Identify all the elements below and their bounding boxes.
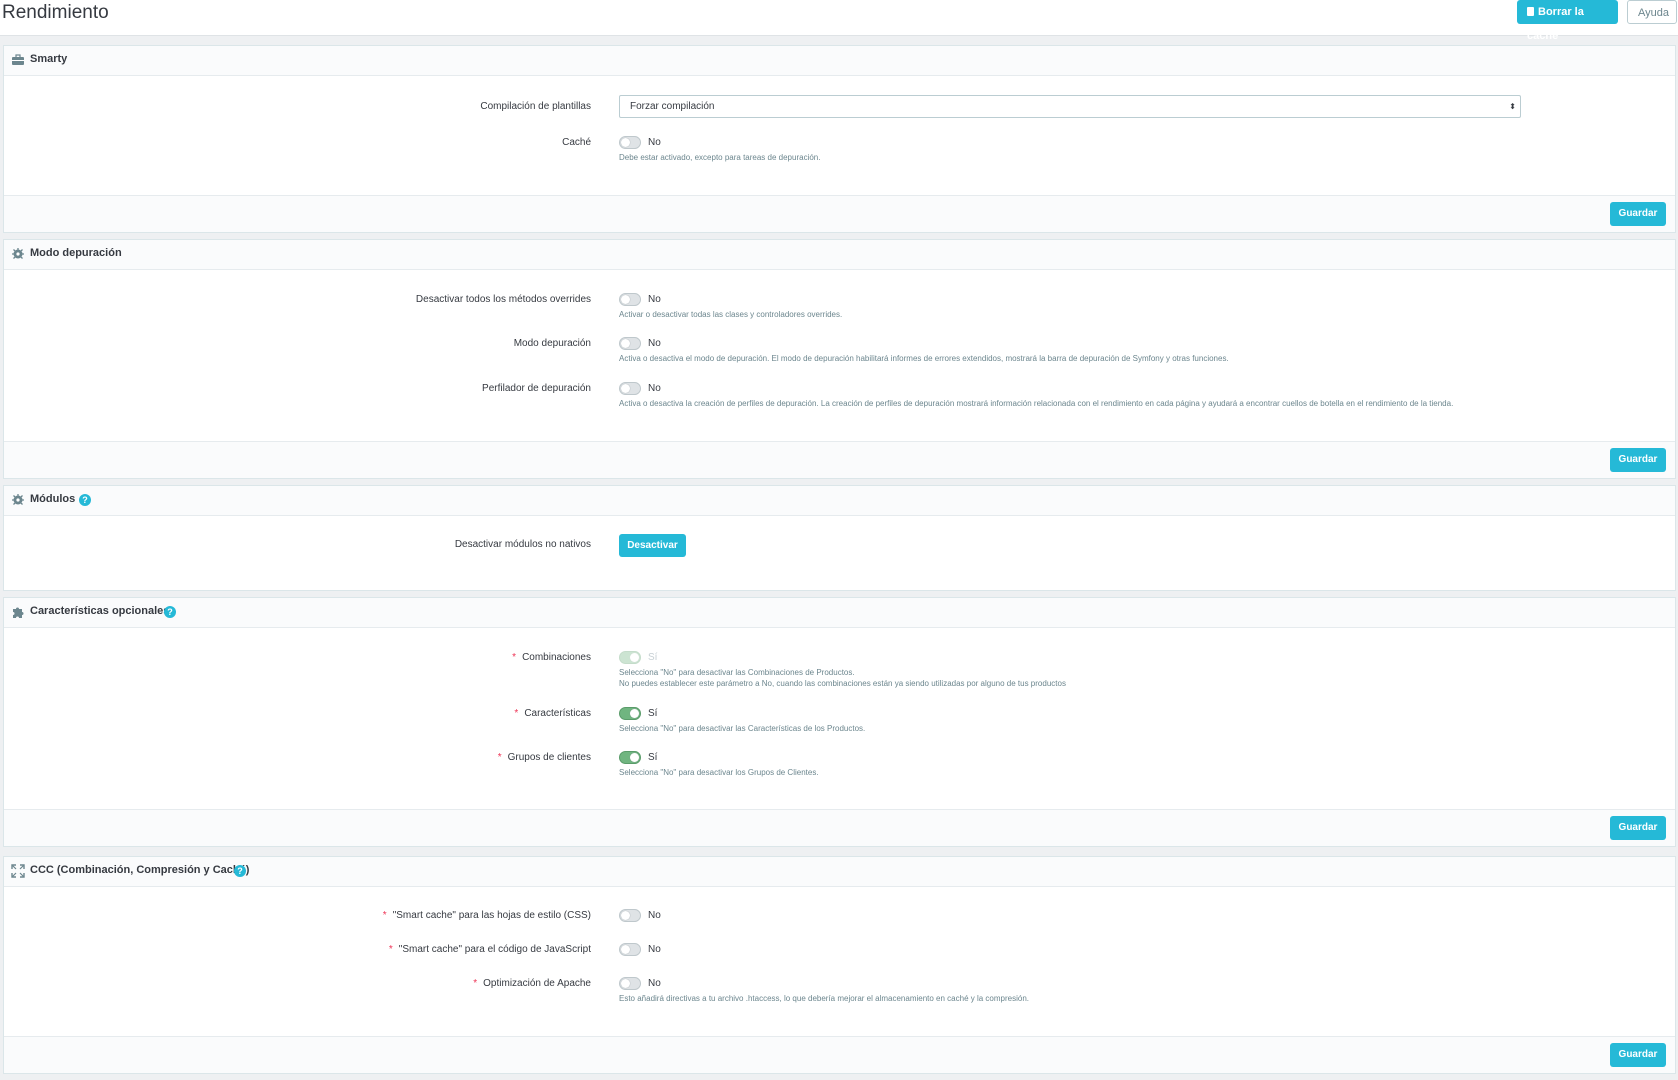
trash-icon	[1527, 7, 1534, 16]
profiler-label: Perfilador de depuración	[482, 383, 591, 394]
required-mark: *	[512, 652, 517, 663]
combinations-label-text: Combinaciones	[522, 652, 591, 663]
cache-hint: Debe estar activado, excepto para tareas…	[619, 153, 821, 162]
combinations-hint-2: No puedes establecer este parámetro a No…	[619, 679, 1066, 688]
js-cache-label: * "Smart cache" para el código de JavaScr…	[389, 944, 591, 955]
combinations-hint-1: Selecciona "No" para desactivar las Comb…	[619, 668, 855, 677]
debug-save-button[interactable]: Guardar	[1610, 448, 1666, 472]
ccc-panel: CCC (Combinación, Compresión y Caché) ? …	[3, 856, 1676, 1074]
apache-label: * Optimización de Apache	[473, 978, 591, 989]
customer-groups-label: * Grupos de clientes	[498, 752, 591, 763]
help-icon[interactable]: ?	[234, 865, 246, 877]
template-compilation-label: Compilación de plantillas	[480, 101, 591, 112]
clear-cache-label: Borrar la caché	[1527, 6, 1584, 42]
combinations-switch	[619, 651, 641, 664]
apache-hint: Esto añadirá directivas a tu archivo .ht…	[619, 994, 1029, 1003]
required-mark: *	[497, 752, 502, 763]
features-panel: Características opcionales ? * Combinacio…	[3, 597, 1676, 847]
overrides-switch-text: No	[648, 294, 661, 305]
debug-panel: Modo depuración Desactivar todos los mét…	[3, 239, 1676, 479]
features-panel-header: Características opcionales ?	[4, 598, 1675, 628]
smarty-panel-title: Smarty	[30, 53, 68, 65]
debug-mode-switch-text: No	[648, 338, 661, 349]
features-label: * Características	[514, 708, 591, 719]
bug-icon	[12, 494, 24, 505]
select-arrows-icon: ⬍	[1509, 102, 1516, 111]
customer-groups-switch[interactable]	[619, 751, 641, 764]
combinations-label: * Combinaciones	[512, 652, 591, 663]
features-panel-title: Características opcionales	[30, 605, 170, 617]
overrides-label: Desactivar todos los métodos overrides	[415, 294, 591, 305]
required-mark: *	[382, 910, 387, 921]
profiler-switch-text: No	[648, 383, 661, 394]
cache-switch[interactable]	[619, 136, 641, 149]
help-icon[interactable]: ?	[79, 494, 91, 506]
puzzle-icon	[13, 607, 24, 618]
apache-switch[interactable]	[619, 977, 641, 990]
disable-modules-button[interactable]: Desactivar	[619, 534, 686, 557]
page-title: Rendimiento	[2, 2, 109, 23]
modules-panel-title: Módulos	[30, 493, 76, 505]
customer-groups-hint: Selecciona "No" para desactivar los Grup…	[619, 768, 819, 777]
profiler-switch[interactable]	[619, 382, 641, 395]
features-label-text: Características	[524, 708, 591, 719]
help-button[interactable]: Ayuda	[1627, 0, 1677, 24]
clear-cache-button[interactable]: Borrar la caché	[1517, 0, 1618, 42]
help-icon[interactable]: ?	[164, 606, 176, 618]
required-mark: *	[473, 978, 478, 989]
smarty-panel: Smarty Compilación de plantillas Forzar …	[3, 45, 1676, 233]
disable-modules-label: Desactivar módulos no nativos	[454, 539, 591, 550]
profiler-hint: Activa o desactiva la creación de perfil…	[619, 399, 1454, 408]
js-cache-switch-text: No	[648, 944, 661, 955]
template-compilation-select[interactable]: Forzar compilación ⬍	[619, 95, 1521, 118]
modules-panel-header: Módulos ?	[4, 486, 1675, 516]
smarty-panel-header: Smarty	[4, 46, 1675, 76]
debug-panel-header: Modo depuración	[4, 240, 1675, 270]
js-cache-switch[interactable]	[619, 943, 641, 956]
modules-panel: Módulos ? Desactivar módulos no nativos …	[3, 485, 1676, 591]
features-panel-footer: Guardar	[4, 809, 1675, 846]
debug-mode-hint: Activa o desactiva el modo de depuración…	[619, 354, 1229, 363]
features-hint: Selecciona "No" para desactivar las Cara…	[619, 724, 866, 733]
apache-switch-text: No	[648, 978, 661, 989]
required-mark: *	[388, 944, 393, 955]
combinations-switch-text: Sí	[648, 652, 658, 663]
smarty-save-button[interactable]: Guardar	[1610, 202, 1666, 226]
template-compilation-value: Forzar compilación	[630, 101, 715, 112]
smarty-panel-footer: Guardar	[4, 195, 1675, 232]
debug-mode-switch[interactable]	[619, 337, 641, 350]
debug-panel-title: Modo depuración	[30, 247, 122, 259]
css-cache-switch-text: No	[648, 910, 661, 921]
apache-label-text: Optimización de Apache	[483, 978, 591, 989]
debug-mode-label: Modo depuración	[513, 338, 591, 349]
cache-switch-text: No	[648, 137, 661, 148]
cache-label: Caché	[562, 137, 591, 148]
overrides-hint: Activar o desactivar todas las clases y …	[619, 310, 843, 319]
debug-panel-footer: Guardar	[4, 441, 1675, 478]
bug-icon	[12, 248, 24, 259]
css-cache-switch[interactable]	[619, 909, 641, 922]
ccc-panel-header: CCC (Combinación, Compresión y Caché) ?	[4, 857, 1675, 887]
css-cache-label: * "Smart cache" para las hojas de estilo …	[383, 910, 591, 921]
ccc-panel-footer: Guardar	[4, 1036, 1675, 1073]
expand-icon	[11, 864, 25, 878]
overrides-switch[interactable]	[619, 293, 641, 306]
page-header: Rendimiento Borrar la caché Ayuda	[0, 0, 1678, 42]
required-mark: *	[514, 708, 519, 719]
js-cache-label-text: "Smart cache" para el código de JavaScri…	[398, 944, 591, 955]
ccc-save-button[interactable]: Guardar	[1610, 1043, 1666, 1067]
ccc-panel-title: CCC (Combinación, Compresión y Caché)	[30, 864, 250, 876]
features-switch[interactable]	[619, 707, 641, 720]
features-switch-text: Sí	[648, 708, 658, 719]
briefcase-icon	[12, 54, 24, 65]
css-cache-label-text: "Smart cache" para las hojas de estilo (…	[392, 910, 591, 921]
customer-groups-switch-text: Sí	[648, 752, 658, 763]
features-save-button[interactable]: Guardar	[1610, 816, 1666, 840]
customer-groups-label-text: Grupos de clientes	[507, 752, 591, 763]
